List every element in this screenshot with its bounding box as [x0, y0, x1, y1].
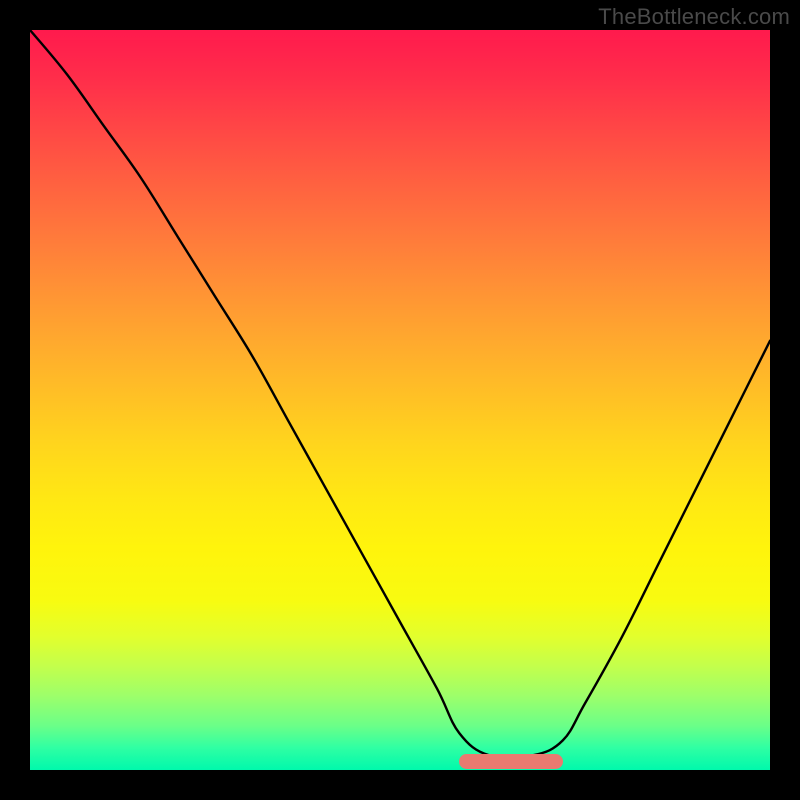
watermark-text: TheBottleneck.com [598, 4, 790, 30]
bottleneck-curve [30, 30, 770, 770]
chart-frame: TheBottleneck.com [0, 0, 800, 800]
plot-area [30, 30, 770, 770]
optimal-range-bar [459, 754, 563, 769]
curve-path [30, 30, 770, 758]
